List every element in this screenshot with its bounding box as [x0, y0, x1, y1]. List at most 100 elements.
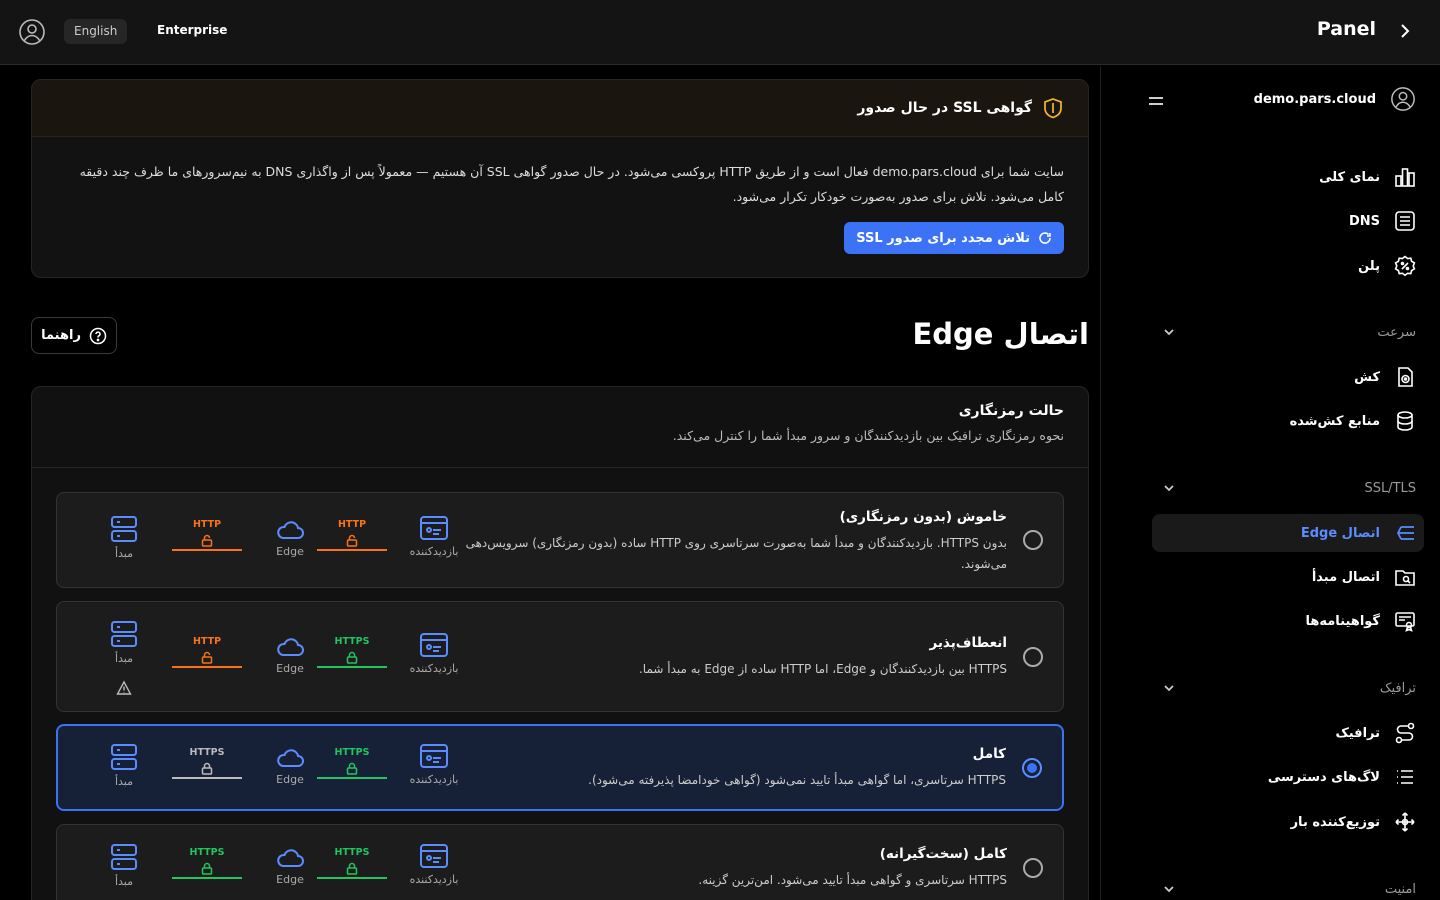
link-line — [172, 777, 242, 779]
edge-label: Edge — [276, 773, 304, 786]
encryption-mode-card: حالت رمزنگاری نحوه رمزنگاری ترافیک بین ب… — [31, 386, 1089, 900]
sidebar-item-cached-resources[interactable]: منابع کش‌شده — [1152, 402, 1424, 440]
radio-button[interactable] — [1023, 858, 1043, 878]
page-title: اتصال Edge — [912, 317, 1089, 351]
domain-avatar-icon — [1391, 87, 1415, 111]
sidebar-item-dns[interactable]: DNS — [1152, 202, 1424, 240]
unlock-icon — [346, 534, 358, 547]
origin-edge-link: HTTP — [172, 636, 242, 668]
option-description-line-2: می‌شوند. — [960, 557, 1007, 571]
plan-badge: Enterprise — [157, 23, 228, 37]
language-switcher[interactable]: English — [64, 19, 128, 44]
shield-icon — [1044, 98, 1062, 119]
sidebar-item-load-balancer[interactable]: توزیع‌کننده بار — [1152, 803, 1424, 841]
edge-node: Edge — [258, 747, 322, 786]
option-title: خاموش (بدون رمزنگاری) — [839, 509, 1007, 525]
protocol-label: HTTPS — [189, 847, 225, 858]
sidebar-item-overview[interactable]: نمای کلی — [1152, 158, 1424, 196]
guide-button[interactable]: راهنما — [31, 317, 117, 354]
retry-ssl-button[interactable]: تلاش مجدد برای صدور SSL — [844, 222, 1064, 254]
badge-icon — [1394, 255, 1416, 277]
section-title: SSL/TLS — [1364, 480, 1416, 496]
origin-label: مبدأ — [114, 547, 134, 560]
lock-icon — [346, 651, 358, 664]
option-description: HTTPS سرتاسری، اما گواهی مبدأ تایید نمی‌… — [588, 773, 1006, 787]
visitor-label: بازدیدکننده — [409, 773, 459, 786]
protocol-label: HTTPS — [334, 847, 370, 858]
protocol-label: HTTPS — [334, 747, 370, 758]
menu-icon[interactable] — [1148, 93, 1164, 107]
section-title: ترافیک — [1379, 680, 1416, 696]
sidebar-item-label: گواهینامه‌ها — [1305, 613, 1380, 629]
option-off[interactable]: خاموش (بدون رمزنگاری) بدون HTTPS. بازدید… — [56, 492, 1064, 588]
edge-node: Edge — [258, 847, 322, 886]
section-traffic-toggle[interactable]: ترافیک — [1162, 678, 1416, 698]
sidebar-item-access-logs[interactable]: لاگ‌های دسترسی — [1152, 758, 1424, 796]
option-text: انعطاف‌پذیر HTTPS بین بازدیدکنندگان و Ed… — [447, 635, 1007, 680]
edge-label: Edge — [276, 545, 304, 558]
sidebar-item-label: نمای کلی — [1319, 169, 1380, 185]
cache-icon — [1398, 367, 1413, 387]
cloud-icon — [277, 849, 304, 867]
option-description-line-1: بدون HTTPS. بازدیدکنندگان و مبدأ شما به‌… — [465, 536, 1007, 550]
link-line — [172, 666, 242, 668]
option-text: خاموش (بدون رمزنگاری) بدون HTTPS. بازدید… — [447, 509, 1007, 575]
sidebar-item-cache[interactable]: کش — [1152, 358, 1424, 396]
section-speed-toggle[interactable]: سرعت — [1162, 322, 1416, 342]
top-bar: English Enterprise Panel — [0, 0, 1440, 65]
edge-visitor-link: HTTPS — [317, 847, 387, 879]
sidebar-item-label: پلن — [1358, 258, 1380, 274]
origin-node: مبدأ — [92, 743, 156, 788]
lock-icon — [201, 862, 213, 875]
origin-edge-link: HTTPS — [172, 747, 242, 779]
visitor-node: بازدیدکننده — [402, 515, 466, 558]
protocol-label: HTTP — [337, 519, 367, 530]
visitor-label: بازدیدکننده — [409, 545, 459, 558]
section-security-toggle[interactable]: امنیت — [1162, 879, 1416, 899]
sidebar-item-label: اتصال Edge — [1300, 525, 1380, 541]
notice-body: سایت شما برای demo.pars.cloud فعال است و… — [32, 137, 1088, 209]
link-line — [317, 666, 387, 668]
sidebar-item-plan[interactable]: پلن — [1152, 247, 1424, 285]
radio-button-selected[interactable] — [1022, 758, 1042, 778]
server-icon — [111, 844, 137, 870]
option-full-strict[interactable]: کامل (سخت‌گیرانه) HTTPS سرتاسری و گواهی … — [56, 824, 1064, 900]
option-flexible[interactable]: انعطاف‌پذیر HTTPS بین بازدیدکنندگان و Ed… — [56, 601, 1064, 712]
link-line — [317, 549, 387, 551]
option-title: کامل — [972, 746, 1006, 762]
chevron-right-icon[interactable] — [1396, 22, 1414, 40]
radio-button[interactable] — [1023, 647, 1043, 667]
server-icon — [111, 744, 137, 770]
domain-selector[interactable]: demo.pars.cloud — [1254, 86, 1416, 112]
origin-edge-link: HTTP — [172, 519, 242, 551]
list-icon — [1395, 211, 1415, 231]
guide-label: راهنما — [41, 328, 81, 343]
user-account-icon[interactable] — [18, 18, 46, 46]
chevron-down-icon — [1164, 485, 1174, 492]
origin-label: مبدأ — [114, 652, 134, 665]
sidebar-item-origin-connection[interactable]: اتصال مبدأ — [1152, 558, 1424, 596]
option-full[interactable]: کامل HTTPS سرتاسری، اما گواهی مبدأ تایید… — [56, 724, 1064, 811]
notice-text-line-2: کامل می‌شود. تلاش برای صدور به‌صورت خودک… — [732, 189, 1064, 204]
retry-ssl-label: تلاش مجدد برای صدور SSL — [856, 230, 1030, 246]
notice-header: گواهی SSL در حال صدور — [32, 80, 1088, 137]
option-title: انعطاف‌پذیر — [929, 635, 1007, 651]
edge-label: Edge — [276, 662, 304, 675]
refresh-icon — [1039, 232, 1051, 244]
server-icon — [111, 621, 137, 647]
edge-label: Edge — [276, 873, 304, 886]
browser-icon — [420, 633, 448, 657]
unlock-icon — [201, 651, 213, 664]
origin-label: مبدأ — [114, 875, 134, 888]
section-ssl-toggle[interactable]: SSL/TLS — [1162, 478, 1416, 498]
encryption-title: حالت رمزنگاری — [958, 403, 1064, 419]
sidebar-item-certificates[interactable]: گواهینامه‌ها — [1152, 602, 1424, 640]
sidebar-item-label: منابع کش‌شده — [1289, 413, 1380, 429]
edge-visitor-link: HTTPS — [317, 636, 387, 668]
radio-button[interactable] — [1023, 530, 1043, 550]
sidebar-item-traffic[interactable]: ترافیک — [1152, 714, 1424, 752]
sidebar-item-edge-connection[interactable]: اتصال Edge — [1152, 514, 1424, 552]
notice-text-line-1: سایت شما برای demo.pars.cloud فعال است و… — [79, 164, 1064, 179]
sidebar-item-label: لاگ‌های دسترسی — [1267, 769, 1380, 785]
origin-label: مبدأ — [114, 775, 134, 788]
